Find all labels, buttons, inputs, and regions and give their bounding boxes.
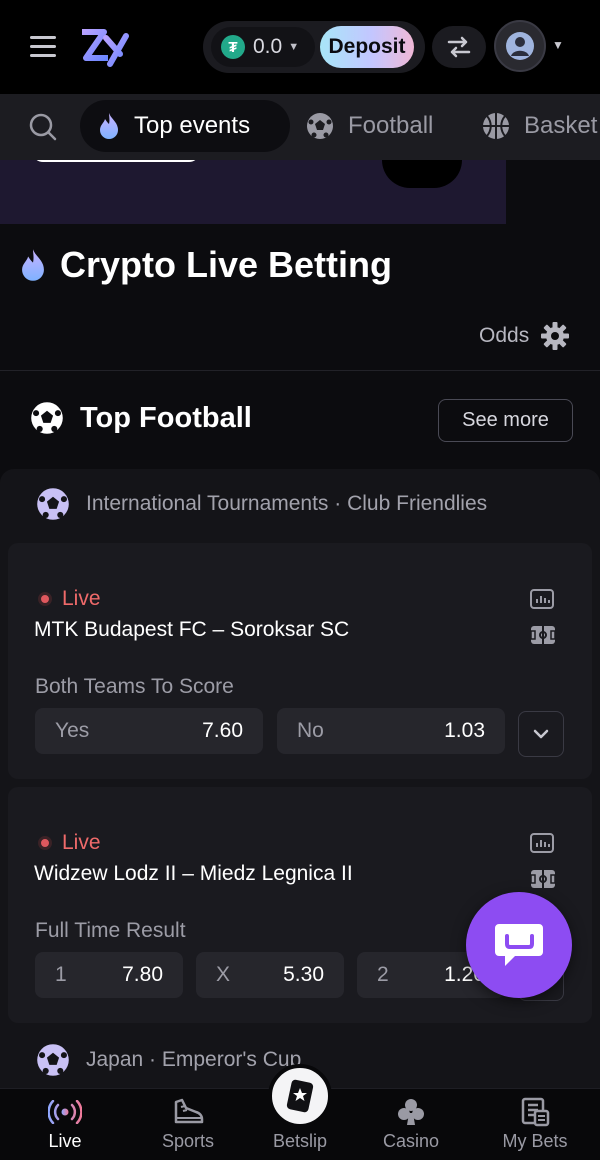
odds-label: 2 xyxy=(377,963,389,986)
league-header[interactable]: Japan · Emperor's Cup xyxy=(36,1043,301,1077)
league-header[interactable]: International Tournaments · Club Friendl… xyxy=(36,487,487,521)
live-dot-icon xyxy=(38,836,52,850)
live-indicator: Live xyxy=(38,831,101,855)
menu-icon[interactable] xyxy=(30,36,56,58)
basketball-icon xyxy=(483,113,509,139)
nav-label: My Bets xyxy=(502,1131,568,1151)
market-name: Full Time Result xyxy=(35,919,186,942)
swap-button[interactable] xyxy=(432,26,486,68)
odds-button[interactable]: No 1.03 xyxy=(277,708,505,754)
promo-banner[interactable] xyxy=(0,160,506,224)
odds-label: Yes xyxy=(55,719,90,742)
chat-button[interactable] xyxy=(466,892,572,998)
fire-icon xyxy=(100,113,118,139)
tab-label: Top events xyxy=(134,112,251,139)
banner-graphic xyxy=(382,160,462,188)
club-suit-icon xyxy=(398,1099,424,1125)
odds-label: No xyxy=(297,719,324,742)
football-icon xyxy=(307,113,333,139)
league-name: International Tournaments · Club Friendl… xyxy=(86,492,488,515)
tab-label: Football xyxy=(348,112,434,139)
tab-top-events[interactable]: Top events xyxy=(80,100,290,152)
football-icon xyxy=(37,1044,69,1076)
balance-value: 0.0 xyxy=(253,35,283,58)
match-teams[interactable]: MTK Budapest FC – Soroksar SC xyxy=(34,618,349,642)
wallet-widget: ₮ 0.0 ▼ Deposit xyxy=(203,21,425,73)
odds-label: Odds xyxy=(479,324,530,347)
nav-casino[interactable]: Casino xyxy=(356,1089,466,1160)
betslip-ticket-icon xyxy=(286,1079,314,1113)
league-panel: International Tournaments · Club Friendl… xyxy=(0,469,600,1109)
balance-selector[interactable]: ₮ 0.0 ▼ xyxy=(211,27,315,67)
banner-edge xyxy=(506,160,600,224)
stats-icon[interactable] xyxy=(530,589,554,614)
chat-bubble-icon xyxy=(495,924,543,966)
nav-label: Sports xyxy=(161,1131,215,1151)
nav-my-bets[interactable]: My Bets xyxy=(480,1089,590,1160)
betslip-button[interactable] xyxy=(268,1064,332,1128)
tab-football[interactable]: Football xyxy=(306,100,433,152)
live-label: Live xyxy=(62,831,101,854)
odds-value: 1.03 xyxy=(444,719,485,742)
page-title: Crypto Live Betting xyxy=(18,242,392,288)
see-more-button[interactable]: See more xyxy=(438,399,573,442)
odds-button[interactable]: 1 7.80 xyxy=(35,952,183,998)
swap-arrows-icon xyxy=(447,36,471,58)
odds-button[interactable]: X 5.30 xyxy=(196,952,344,998)
gear-icon xyxy=(541,322,570,350)
football-icon xyxy=(31,402,63,434)
page-title-text: Crypto Live Betting xyxy=(60,244,393,285)
top-header: ₮ 0.0 ▼ Deposit ▼ xyxy=(0,0,600,94)
divider xyxy=(0,370,600,371)
avatar[interactable] xyxy=(494,20,546,72)
search-icon[interactable] xyxy=(28,112,58,147)
deposit-button[interactable]: Deposit xyxy=(320,26,414,68)
category-nav: Top events Football Basket xyxy=(0,94,600,160)
tab-label: Basket xyxy=(524,112,598,139)
nav-label: Betslip xyxy=(272,1131,328,1151)
caret-down-icon[interactable]: ▼ xyxy=(552,38,564,52)
field-icon[interactable] xyxy=(530,869,556,894)
brand-logo[interactable] xyxy=(78,24,132,68)
odds-button[interactable]: Yes 7.60 xyxy=(35,708,263,754)
football-icon xyxy=(37,488,69,520)
banner-button-outline xyxy=(32,160,200,162)
section-header: Top Football xyxy=(30,401,252,435)
chevron-down-icon xyxy=(533,729,549,739)
receipt-icon xyxy=(521,1097,550,1127)
market-name: Both Teams To Score xyxy=(35,675,234,698)
caret-down-icon: ▼ xyxy=(288,41,300,53)
league-name: Japan · Emperor's Cup xyxy=(86,1048,302,1071)
live-label: Live xyxy=(62,587,101,610)
nav-label: Casino xyxy=(382,1131,440,1151)
odds-settings[interactable]: Odds xyxy=(479,322,570,350)
odds-label: 1 xyxy=(55,963,67,986)
odds-value: 7.80 xyxy=(122,963,163,986)
live-broadcast-icon xyxy=(48,1100,82,1124)
nav-sports[interactable]: Sports xyxy=(133,1089,243,1160)
fire-icon xyxy=(22,249,44,281)
live-indicator: Live xyxy=(38,587,101,611)
sneaker-icon xyxy=(174,1098,204,1124)
field-icon[interactable] xyxy=(530,625,556,650)
expand-markets-button[interactable] xyxy=(518,711,564,757)
match-card[interactable]: Live MTK Budapest FC – Soroksar SC Both … xyxy=(8,543,592,779)
tab-basketball[interactable]: Basket xyxy=(482,100,597,152)
live-dot-icon xyxy=(38,592,52,606)
odds-value: 7.60 xyxy=(202,719,243,742)
tether-coin-icon: ₮ xyxy=(221,35,245,59)
nav-live[interactable]: Live xyxy=(10,1089,120,1160)
stats-icon[interactable] xyxy=(530,833,554,858)
match-teams[interactable]: Widzew Lodz II – Miedz Legnica II xyxy=(34,862,353,886)
odds-value: 5.30 xyxy=(283,963,324,986)
section-title: Top Football xyxy=(80,401,252,434)
user-icon xyxy=(506,32,534,60)
odds-label: X xyxy=(216,963,231,986)
nav-label: Live xyxy=(48,1131,82,1151)
